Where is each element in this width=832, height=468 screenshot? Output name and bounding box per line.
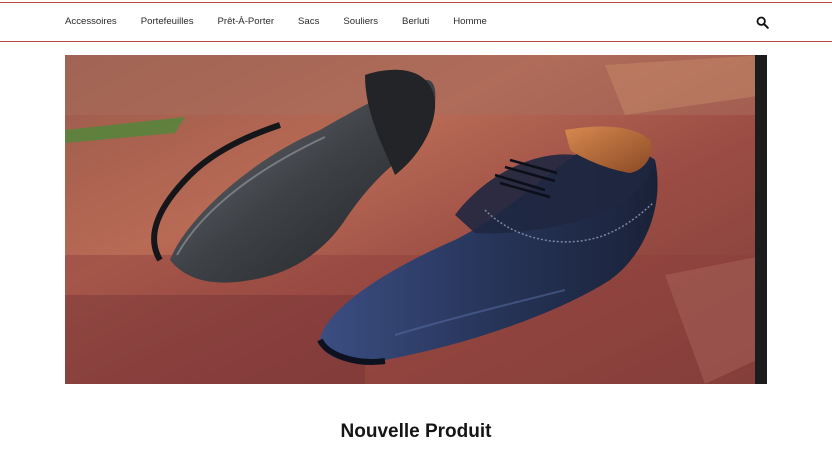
main-menu: Accessoires Portefeuilles Prêt-À-Porter … (65, 3, 511, 40)
nav-item-souliers[interactable]: Souliers (343, 16, 378, 27)
nav-item-homme[interactable]: Homme (453, 16, 487, 27)
nav-item-berluti[interactable]: Berluti (402, 16, 429, 27)
nav-item-accessoires[interactable]: Accessoires (65, 16, 117, 27)
hero-slider[interactable] (65, 55, 767, 384)
nav-item-pret-a-porter[interactable]: Prêt-À-Porter (218, 16, 275, 27)
nav-item-sacs[interactable]: Sacs (298, 16, 319, 27)
top-navigation-bar: Accessoires Portefeuilles Prêt-À-Porter … (0, 2, 832, 42)
nav-item-portefeuilles[interactable]: Portefeuilles (141, 16, 194, 27)
search-icon[interactable] (756, 16, 769, 29)
hero-image (65, 55, 767, 384)
section-title: Nouvelle Produit (340, 421, 492, 442)
